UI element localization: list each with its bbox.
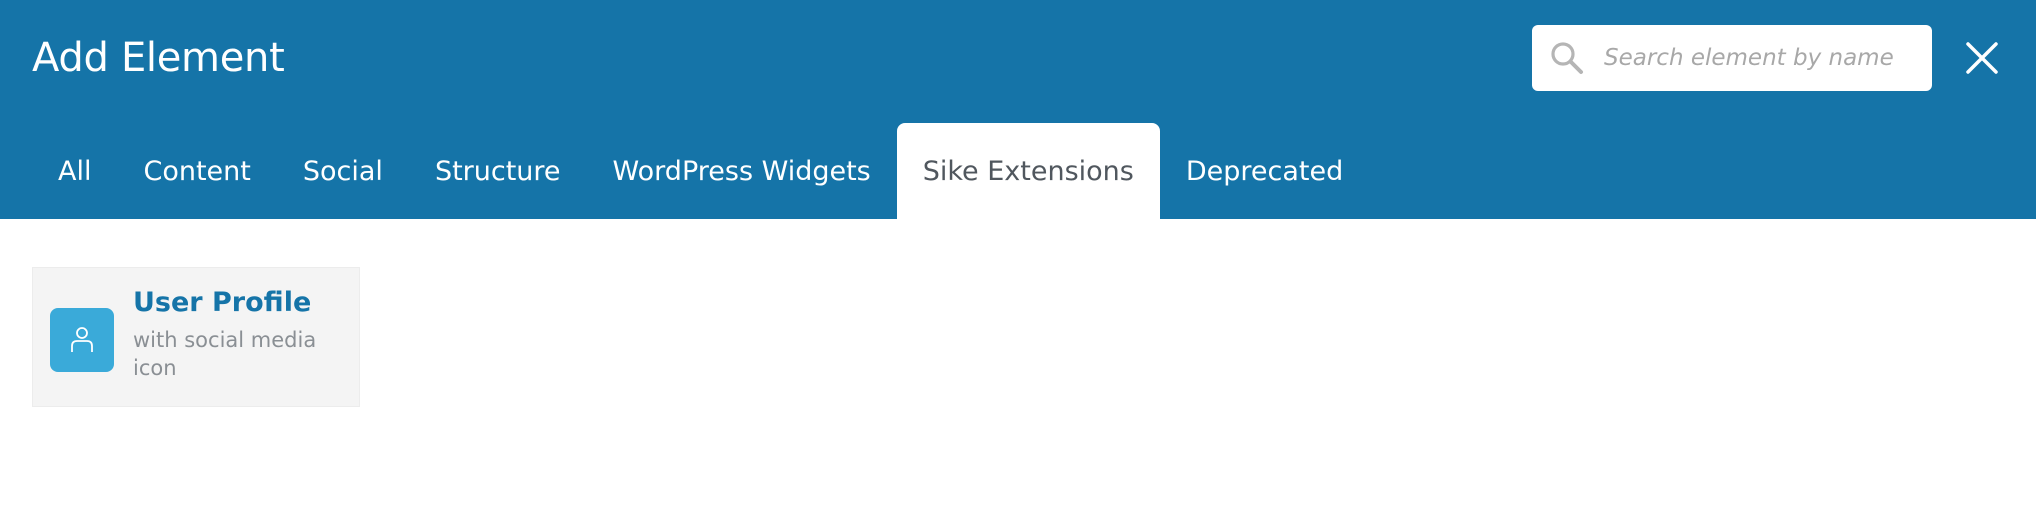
tab-all[interactable]: All — [32, 123, 117, 219]
category-tabs: All Content Social Structure WordPress W… — [32, 123, 1369, 219]
tab-sike-extensions[interactable]: Sike Extensions — [896, 123, 1160, 219]
tab-wordpress-widgets[interactable]: WordPress Widgets — [587, 123, 897, 219]
add-element-dialog: Add Element All Content Social Structure… — [0, 0, 2036, 518]
tab-content[interactable]: Content — [117, 123, 276, 219]
tab-deprecated[interactable]: Deprecated — [1160, 123, 1369, 219]
element-title: User Profile — [133, 287, 312, 318]
search-icon — [1551, 42, 1583, 74]
dialog-title: Add Element — [32, 35, 285, 81]
tab-structure[interactable]: Structure — [409, 123, 587, 219]
search-input[interactable] — [1594, 25, 1914, 91]
user-icon — [50, 308, 114, 372]
close-icon[interactable] — [1960, 36, 2004, 80]
element-card-user-profile[interactable]: User Profile with social media icon — [32, 267, 360, 407]
element-description: with social media icon — [133, 328, 317, 380]
tab-social[interactable]: Social — [277, 123, 409, 219]
elements-panel: User Profile with social media icon — [0, 219, 2036, 518]
search-box[interactable] — [1532, 25, 1932, 91]
dialog-header: Add Element All Content Social Structure… — [0, 0, 2036, 219]
